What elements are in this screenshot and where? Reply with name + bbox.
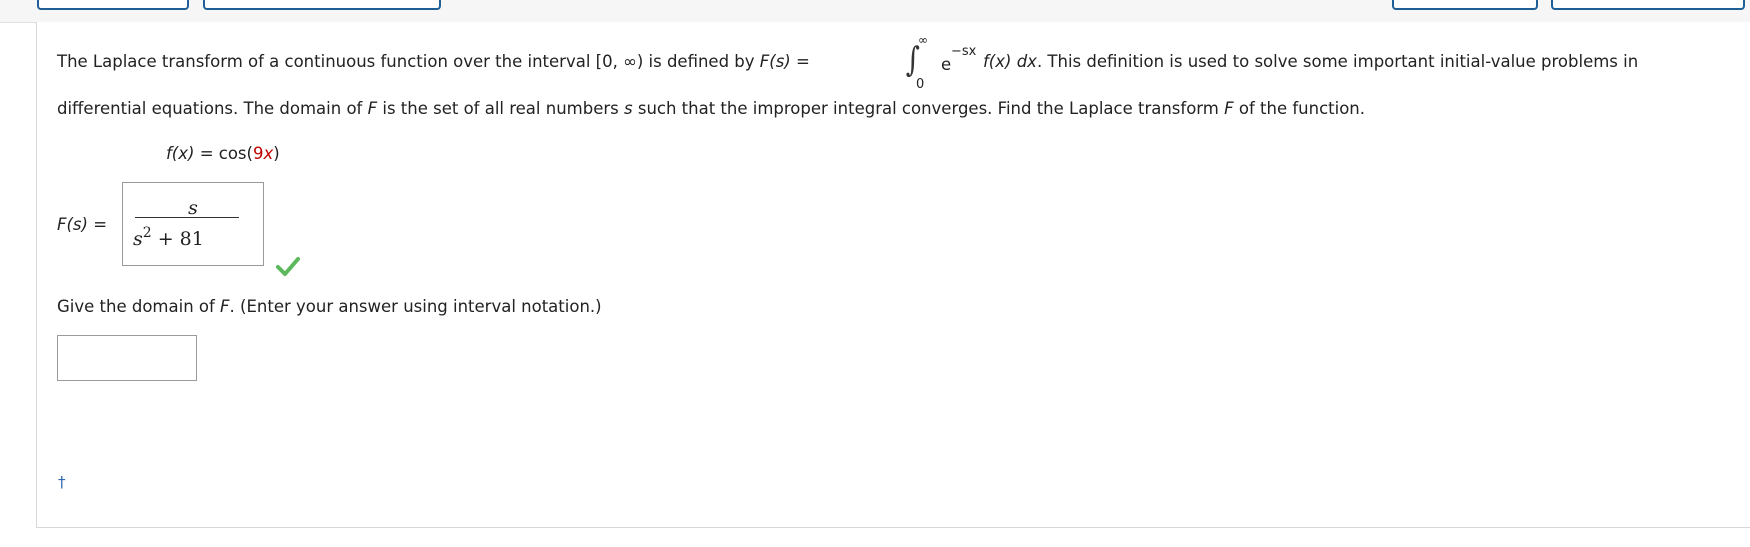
intro-line-1-start: The Laplace transform of a continuous fu… (57, 52, 810, 71)
top-toolbar (0, 0, 1750, 23)
domain-question: Give the domain of F. (Enter your answer… (57, 297, 602, 316)
function-definition: f(x) = cos(9x) (166, 144, 280, 163)
fraction-numerator: s (188, 197, 198, 219)
intro-line-1-end: f(x) dx. This definition is used to solv… (983, 52, 1639, 71)
integral-upper-limit: ∞ (918, 33, 928, 47)
exponential-power: −sx (951, 44, 977, 59)
exponential-base: e (941, 55, 952, 74)
intro-line-2: differential equations. The domain of F … (57, 99, 1365, 118)
toolbar-button-2[interactable] (203, 0, 441, 10)
integral-lower-limit: 0 (916, 77, 925, 92)
toolbar-button-4[interactable] (1551, 0, 1745, 10)
toolbar-button-1[interactable] (37, 0, 189, 10)
fraction-denominator: s2 + 81 (133, 225, 204, 250)
footnote-dagger[interactable]: † (58, 473, 66, 491)
fraction-bar (135, 217, 239, 218)
domain-answer-input[interactable] (57, 335, 197, 381)
laplace-answer-box[interactable]: s s2 + 81 (122, 182, 264, 266)
toolbar-button-3[interactable] (1392, 0, 1538, 10)
answer-label: F(s) = (57, 215, 108, 234)
check-icon (276, 257, 300, 276)
